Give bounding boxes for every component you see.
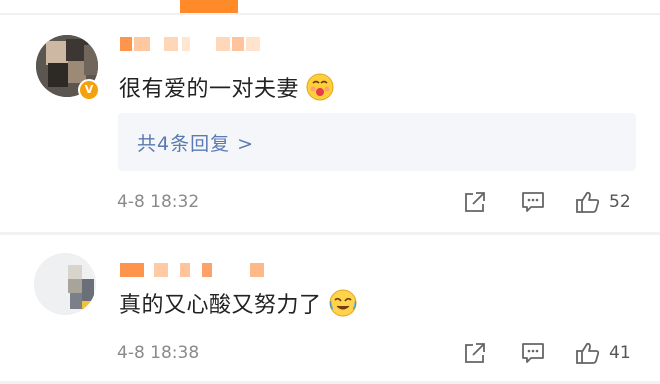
share-icon[interactable] [462, 189, 488, 215]
comment-icon[interactable] [520, 340, 546, 366]
header-accent-bar [180, 0, 238, 14]
verified-badge-icon: V [78, 79, 100, 101]
thumbs-up-icon[interactable] [575, 340, 601, 366]
blushing-kiss-emoji-icon [305, 72, 335, 108]
crying-laughing-emoji-icon [328, 288, 358, 324]
username-blurred[interactable] [120, 263, 290, 277]
timestamp: 4-8 18:32 [117, 192, 200, 212]
comment-item: 真的又心酸又努力了 4-8 18:38 41 [0, 235, 660, 380]
comment-item: V 很有爱的一对夫妻 共4条回复 > 4-8 18:32 52 [0, 15, 660, 232]
share-icon[interactable] [462, 340, 488, 366]
thumbs-up-icon[interactable] [575, 189, 601, 215]
comment-footer: 4-8 18:32 52 [117, 187, 637, 219]
username-blurred[interactable] [120, 37, 290, 51]
comment-icon[interactable] [520, 189, 546, 215]
reply-count-link[interactable]: 共4条回复 > [137, 129, 254, 156]
view-replies-button[interactable]: 共4条回复 > [118, 113, 636, 171]
comment-text: 真的又心酸又努力了 [119, 287, 358, 324]
like-count: 52 [609, 192, 631, 212]
comment-text: 很有爱的一对夫妻 [119, 71, 335, 108]
avatar[interactable] [34, 253, 96, 315]
comment-footer: 4-8 18:38 41 [117, 338, 637, 370]
timestamp: 4-8 18:38 [117, 343, 200, 363]
like-count: 41 [609, 343, 631, 363]
